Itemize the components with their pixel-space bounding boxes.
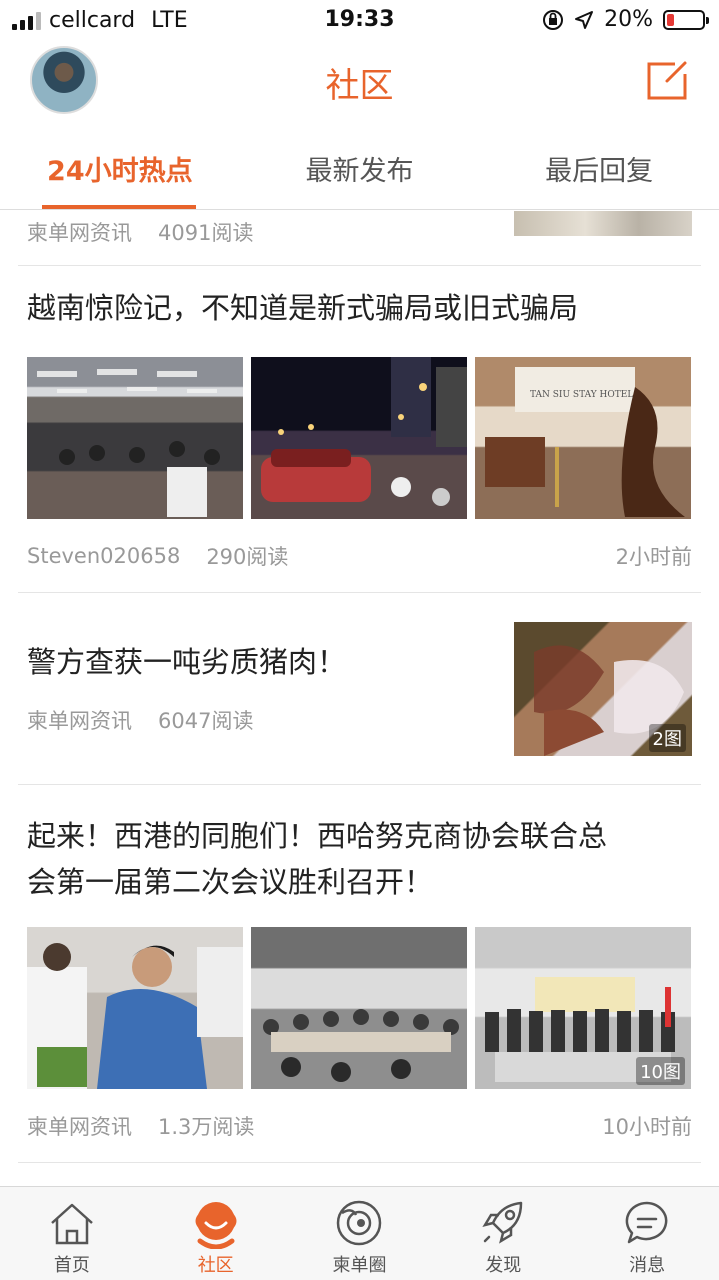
home-icon <box>51 1203 93 1245</box>
location-icon <box>575 10 594 29</box>
svg-text:TAN SIU STAY HOTEL: TAN SIU STAY HOTEL <box>530 390 633 400</box>
feed-tabs: 24小时热点 最新发布 最后回复 <box>0 122 719 210</box>
compose-icon[interactable] <box>645 60 689 102</box>
item-source: 柬单网资讯 <box>27 221 132 245</box>
battery-percent: 20% <box>604 7 653 32</box>
community-screen: cellcard LTE 19:33 20% 社区 24小时热点 最新发布 最后… <box>0 0 719 1280</box>
item-image <box>251 357 467 519</box>
item-image: TAN SIU STAY HOTEL <box>475 357 691 519</box>
item-reads: 6047阅读 <box>158 709 254 733</box>
tab-latest[interactable]: 最新发布 <box>240 122 480 209</box>
list-item[interactable]: 警方查获一吨劣质猪肉！ 柬单网资讯 6047阅读 2图 <box>27 622 692 756</box>
nav-item-community[interactable]: 社区 <box>144 1187 288 1280</box>
image-count-badge: 10图 <box>636 1057 685 1085</box>
nav-label: 柬单圈 <box>332 1255 387 1276</box>
list-item[interactable]: 起来！西港的同胞们！西哈努克商协会联合总 会第一届第二次会议胜利召开！ 10图 … <box>27 813 692 1141</box>
item-author: Steven020658 <box>27 544 181 568</box>
top-header: 社区 <box>0 40 719 122</box>
item-time: 2小时前 <box>615 545 692 569</box>
item-reads: 4091阅读 <box>158 221 254 245</box>
nav-item-home[interactable]: 首页 <box>0 1187 144 1280</box>
item-reads: 1.3万阅读 <box>158 1115 255 1139</box>
feed-list: 柬单网资讯 4091阅读 越南惊险记，不知道是新式骗局或旧式骗局 TAN SIU… <box>0 211 719 1186</box>
nav-item-messages[interactable]: 消息 <box>575 1187 719 1280</box>
image-count-badge: 2图 <box>648 724 686 752</box>
item-title-line-2: 会第一届第二次会议胜利召开！ <box>27 865 434 899</box>
page-title: 社区 <box>325 66 394 106</box>
item-title-line-1: 起来！西港的同胞们！西哈努克商协会联合总 <box>27 819 608 853</box>
item-reads: 290阅读 <box>206 545 289 569</box>
item-title: 越南惊险记，不知道是新式骗局或旧式骗局 <box>27 291 579 325</box>
tab-24h-hot[interactable]: 24小时热点 <box>0 122 240 209</box>
item-title: 警方查获一吨劣质猪肉！ <box>27 645 347 679</box>
item-thumbnail <box>514 211 692 236</box>
bottom-nav: 首页 社区 柬单圈 发现 消息 <box>0 1186 719 1280</box>
community-icon <box>195 1202 237 1249</box>
nav-label: 社区 <box>197 1255 234 1276</box>
item-source: 柬单网资讯 <box>27 709 132 733</box>
item-image: 10图 <box>475 927 691 1089</box>
tab-last-reply[interactable]: 最后回复 <box>479 122 719 209</box>
status-bar: cellcard LTE 19:33 20% <box>0 0 719 40</box>
item-thumbnail: 2图 <box>514 622 692 756</box>
divider <box>18 592 701 593</box>
list-item[interactable]: 越南惊险记，不知道是新式骗局或旧式骗局 TAN SIU STAY HOTEL S… <box>27 285 692 571</box>
divider <box>18 265 701 266</box>
divider <box>18 1162 701 1163</box>
item-source: 柬单网资讯 <box>27 1115 132 1139</box>
circle-icon <box>337 1200 382 1246</box>
item-image <box>27 927 243 1089</box>
divider <box>18 784 701 785</box>
nav-item-circle[interactable]: 柬单圈 <box>288 1187 432 1280</box>
nav-label: 首页 <box>53 1255 90 1276</box>
nav-item-discover[interactable]: 发现 <box>431 1187 575 1280</box>
item-image <box>27 357 243 519</box>
list-item[interactable]: 柬单网资讯 4091阅读 <box>27 211 692 263</box>
item-time: 10小时前 <box>602 1115 692 1139</box>
message-icon <box>625 1201 668 1244</box>
orientation-lock-icon <box>543 9 564 30</box>
item-image <box>251 927 467 1089</box>
nav-label: 消息 <box>629 1255 666 1276</box>
battery-icon <box>663 9 709 30</box>
rocket-icon <box>482 1201 523 1244</box>
nav-label: 发现 <box>485 1255 522 1276</box>
